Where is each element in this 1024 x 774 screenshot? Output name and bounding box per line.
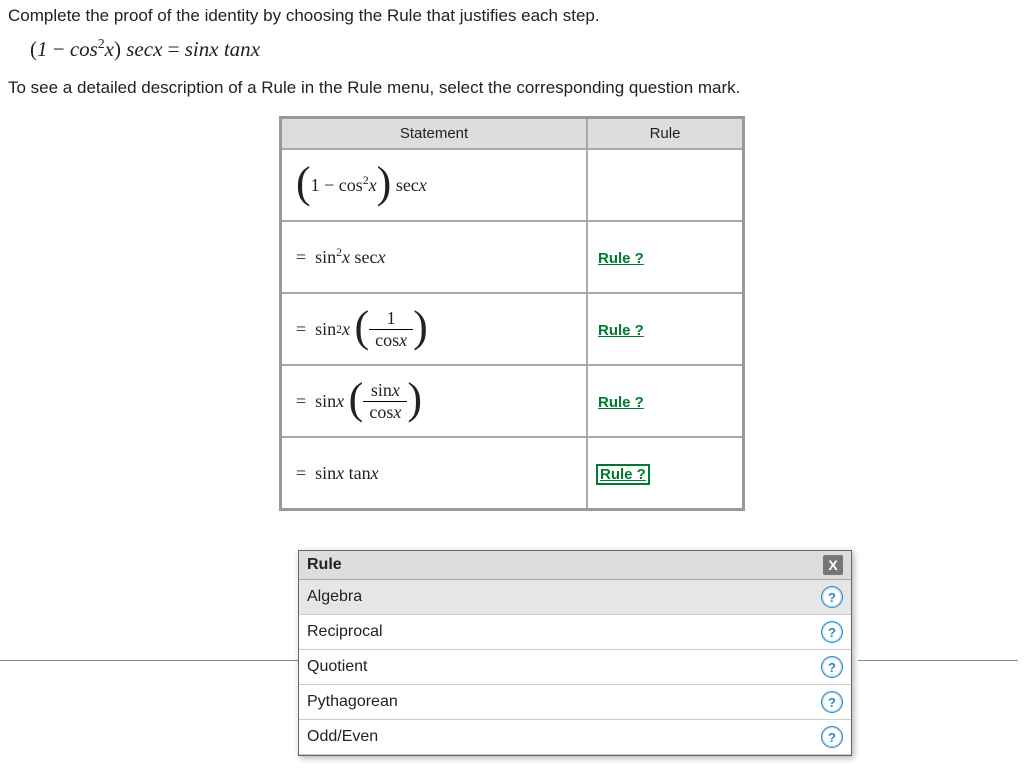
rule-menu: Rule X Algebra ? Reciprocal ? Quotient ?…: [298, 550, 852, 756]
rule-select-link[interactable]: Rule ?: [598, 250, 644, 267]
table-row: (1 − cos2x) secx: [281, 149, 744, 221]
proof-table: Statement Rule (1 − cos2x) secx = sin2x …: [279, 116, 745, 511]
instruction-text-2: To see a detailed description of a Rule …: [8, 78, 1016, 98]
statement-cell: = sin2x secx: [281, 221, 588, 293]
close-icon[interactable]: X: [823, 555, 843, 575]
rule-cell: Rule ?: [587, 365, 744, 437]
rule-cell: Rule ?: [587, 293, 744, 365]
rule-menu-item-label: Reciprocal: [307, 623, 383, 641]
statement-cell: = sin2x ( 1cosx ): [281, 293, 588, 365]
table-row: = sinx ( sinxcosx ) Rule ?: [281, 365, 744, 437]
table-row: = sin2x ( 1cosx ) Rule ?: [281, 293, 744, 365]
rule-cell: Rule ?: [587, 221, 744, 293]
table-row: = sinx tanx Rule ?: [281, 437, 744, 510]
column-header-rule: Rule: [587, 118, 744, 150]
rule-menu-item-reciprocal[interactable]: Reciprocal ?: [299, 615, 851, 650]
rule-menu-item-label: Algebra: [307, 588, 362, 606]
column-header-statement: Statement: [281, 118, 588, 150]
statement-cell: (1 − cos2x) secx: [281, 149, 588, 221]
statement-cell: = sinx tanx: [281, 437, 588, 510]
rule-menu-item-label: Odd/Even: [307, 728, 378, 746]
rule-cell: Rule ?: [587, 437, 744, 510]
rule-cell: [587, 149, 744, 221]
rule-menu-title: Rule: [307, 556, 342, 574]
rule-select-link[interactable]: Rule ?: [598, 394, 644, 411]
question-mark-icon[interactable]: ?: [821, 621, 843, 643]
rule-select-link[interactable]: Rule ?: [598, 466, 648, 483]
question-mark-icon[interactable]: ?: [821, 656, 843, 678]
question-mark-icon[interactable]: ?: [821, 586, 843, 608]
rule-menu-item-algebra[interactable]: Algebra ?: [299, 580, 851, 615]
question-mark-icon[interactable]: ?: [821, 726, 843, 748]
rule-menu-item-label: Quotient: [307, 658, 367, 676]
instruction-text: Complete the proof of the identity by ch…: [8, 6, 1016, 26]
rule-menu-item-quotient[interactable]: Quotient ?: [299, 650, 851, 685]
statement-cell: = sinx ( sinxcosx ): [281, 365, 588, 437]
horizontal-divider: [0, 660, 298, 661]
rule-menu-item-label: Pythagorean: [307, 693, 398, 711]
question-mark-icon[interactable]: ?: [821, 691, 843, 713]
rule-menu-item-pythagorean[interactable]: Pythagorean ?: [299, 685, 851, 720]
main-identity-equation: (1 − cos2x) secx = sinx tanx: [30, 36, 1016, 62]
table-row: = sin2x secx Rule ?: [281, 221, 744, 293]
rule-menu-header: Rule X: [299, 551, 851, 580]
rule-select-link[interactable]: Rule ?: [598, 322, 644, 339]
horizontal-divider: [858, 660, 1018, 661]
rule-menu-item-oddeven[interactable]: Odd/Even ?: [299, 720, 851, 755]
